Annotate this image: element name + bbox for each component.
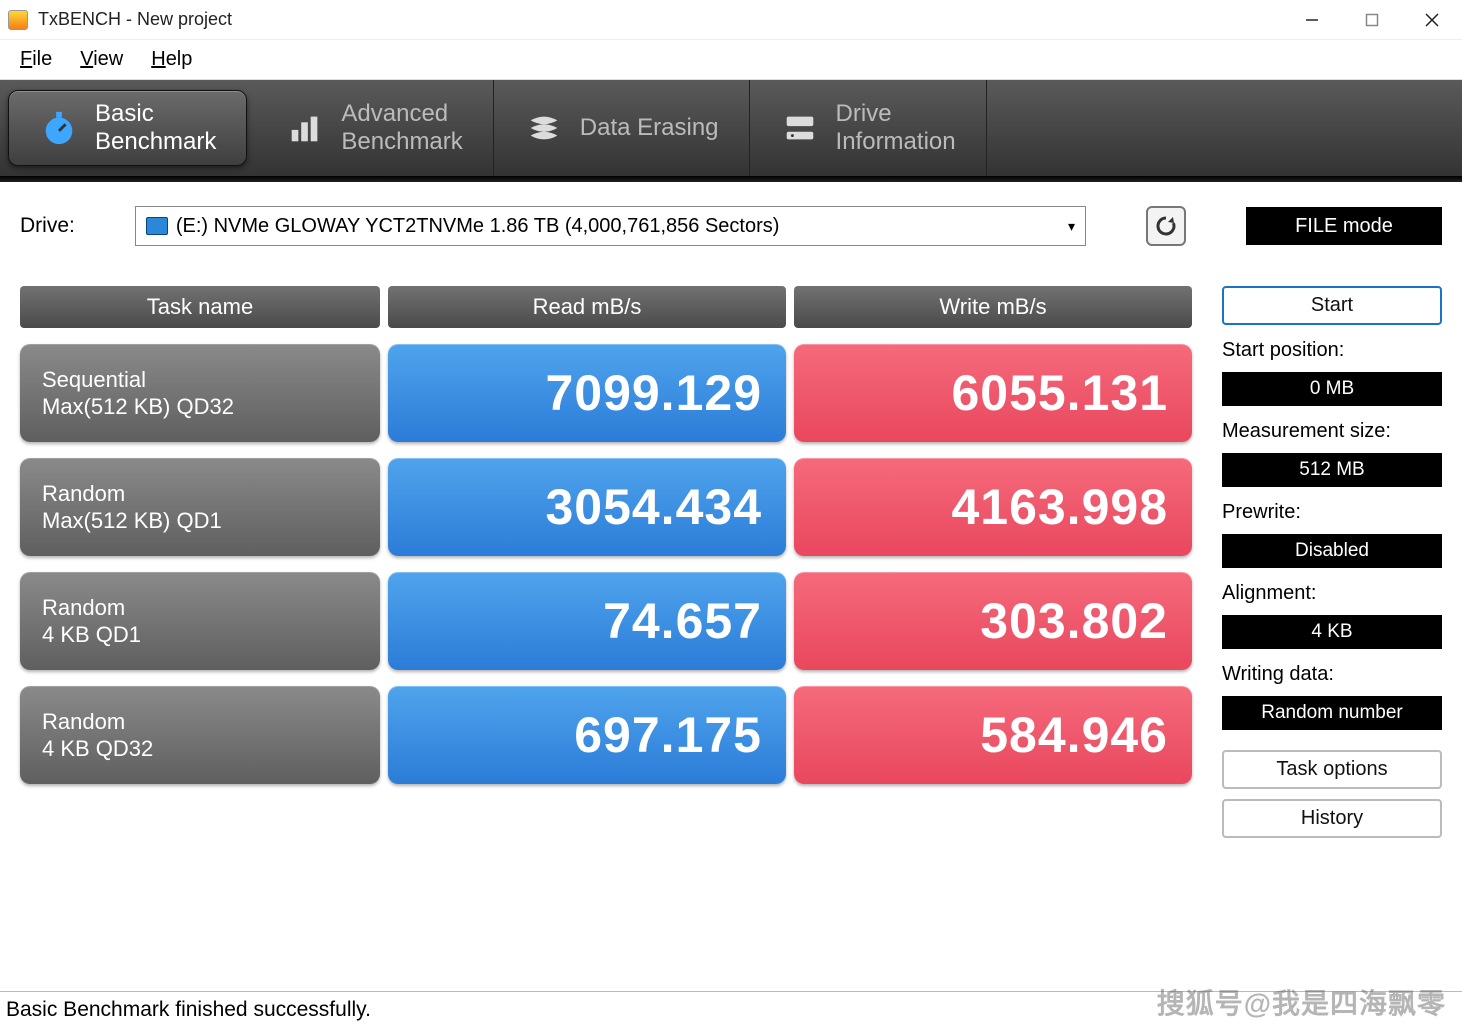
- task-options-button[interactable]: Task options: [1222, 750, 1442, 789]
- prewrite-value[interactable]: Disabled: [1222, 534, 1442, 568]
- task-line1: Sequential: [42, 367, 146, 392]
- task-cell: Random4 KB QD32: [20, 686, 380, 784]
- tab-drive-information[interactable]: DriveInformation: [750, 80, 987, 176]
- bars-icon: [285, 108, 325, 148]
- header-read: Read mB/s: [388, 286, 786, 328]
- refresh-button[interactable]: [1146, 206, 1186, 246]
- disk-icon: [146, 217, 168, 235]
- drive-icon: [780, 108, 820, 148]
- tab-basic-benchmark[interactable]: BasicBenchmark: [8, 90, 247, 166]
- tab-data-erasing[interactable]: Data Erasing: [494, 80, 750, 176]
- results-panel: Task name Read mB/s Write mB/s Sequentia…: [20, 286, 1192, 991]
- results-header: Task name Read mB/s Write mB/s: [20, 286, 1192, 328]
- main-toolbar: BasicBenchmark AdvancedBenchmark Data Er…: [0, 80, 1462, 182]
- status-text: Basic Benchmark finished successfully.: [6, 998, 371, 1021]
- header-task: Task name: [20, 286, 380, 328]
- task-line2: 4 KB QD1: [42, 622, 141, 647]
- minimize-button[interactable]: [1282, 0, 1342, 40]
- close-button[interactable]: [1402, 0, 1462, 40]
- measurement-size-value[interactable]: 512 MB: [1222, 453, 1442, 487]
- window-controls: [1282, 0, 1462, 40]
- result-row: SequentialMax(512 KB) QD32 7099.129 6055…: [20, 344, 1192, 442]
- menu-view[interactable]: View: [80, 48, 123, 71]
- task-line2: Max(512 KB) QD1: [42, 508, 222, 533]
- menu-file[interactable]: File: [20, 48, 52, 71]
- write-value: 303.802: [794, 572, 1192, 670]
- start-position-value[interactable]: 0 MB: [1222, 372, 1442, 406]
- task-line1: Random: [42, 709, 125, 734]
- read-value: 7099.129: [388, 344, 786, 442]
- file-mode-button[interactable]: FILE mode: [1246, 207, 1442, 245]
- tab-adv-line2: Benchmark: [341, 128, 462, 156]
- history-button[interactable]: History: [1222, 799, 1442, 838]
- task-cell: Random4 KB QD1: [20, 572, 380, 670]
- tab-basic-line2: Benchmark: [95, 128, 216, 156]
- task-line2: Max(512 KB) QD32: [42, 394, 234, 419]
- result-row: RandomMax(512 KB) QD1 3054.434 4163.998: [20, 458, 1192, 556]
- header-write: Write mB/s: [794, 286, 1192, 328]
- menubar: File View Help: [0, 40, 1462, 80]
- read-value: 74.657: [388, 572, 786, 670]
- read-value: 697.175: [388, 686, 786, 784]
- prewrite-label: Prewrite:: [1222, 501, 1442, 524]
- start-button[interactable]: Start: [1222, 286, 1442, 325]
- tab-advanced-benchmark[interactable]: AdvancedBenchmark: [255, 80, 493, 176]
- drive-selected-text: (E:) NVMe GLOWAY YCT2TNVMe 1.86 TB (4,00…: [176, 215, 780, 238]
- writing-data-value[interactable]: Random number: [1222, 696, 1442, 730]
- stopwatch-icon: [39, 108, 79, 148]
- result-row: Random4 KB QD32 697.175 584.946: [20, 686, 1192, 784]
- app-icon: [8, 10, 28, 30]
- start-position-label: Start position:: [1222, 339, 1442, 362]
- main-row: Task name Read mB/s Write mB/s Sequentia…: [20, 286, 1442, 991]
- read-value: 3054.434: [388, 458, 786, 556]
- tab-drive-line2: Information: [836, 128, 956, 156]
- write-value: 6055.131: [794, 344, 1192, 442]
- watermark-text: 搜狐号@我是四海飘零: [1157, 982, 1446, 1022]
- drive-label: Drive:: [20, 214, 75, 238]
- drive-select[interactable]: (E:) NVMe GLOWAY YCT2TNVMe 1.86 TB (4,00…: [135, 206, 1086, 246]
- window-title: TxBENCH - New project: [38, 9, 232, 30]
- task-line1: Random: [42, 481, 125, 506]
- tab-drive-line1: Drive: [836, 100, 956, 128]
- menu-help[interactable]: Help: [151, 48, 192, 71]
- writing-data-label: Writing data:: [1222, 663, 1442, 686]
- drive-row: Drive: (E:) NVMe GLOWAY YCT2TNVMe 1.86 T…: [20, 206, 1442, 246]
- write-value: 584.946: [794, 686, 1192, 784]
- task-cell: RandomMax(512 KB) QD1: [20, 458, 380, 556]
- content-area: Drive: (E:) NVMe GLOWAY YCT2TNVMe 1.86 T…: [0, 182, 1462, 991]
- maximize-button[interactable]: [1342, 0, 1402, 40]
- task-line2: 4 KB QD32: [42, 736, 153, 761]
- tab-adv-line1: Advanced: [341, 100, 462, 128]
- sidebar: Start Start position: 0 MB Measurement s…: [1222, 286, 1442, 991]
- task-line1: Random: [42, 595, 125, 620]
- tab-erase-label: Data Erasing: [580, 114, 719, 142]
- titlebar: TxBENCH - New project: [0, 0, 1462, 40]
- results-grid: SequentialMax(512 KB) QD32 7099.129 6055…: [20, 344, 1192, 784]
- chevron-down-icon: ▾: [1068, 218, 1075, 235]
- tab-basic-line1: Basic: [95, 100, 216, 128]
- status-bar: Basic Benchmark finished successfully. 搜…: [0, 991, 1462, 1026]
- measurement-size-label: Measurement size:: [1222, 420, 1442, 443]
- write-value: 4163.998: [794, 458, 1192, 556]
- task-cell: SequentialMax(512 KB) QD32: [20, 344, 380, 442]
- erase-icon: [524, 108, 564, 148]
- result-row: Random4 KB QD1 74.657 303.802: [20, 572, 1192, 670]
- alignment-value[interactable]: 4 KB: [1222, 615, 1442, 649]
- alignment-label: Alignment:: [1222, 582, 1442, 605]
